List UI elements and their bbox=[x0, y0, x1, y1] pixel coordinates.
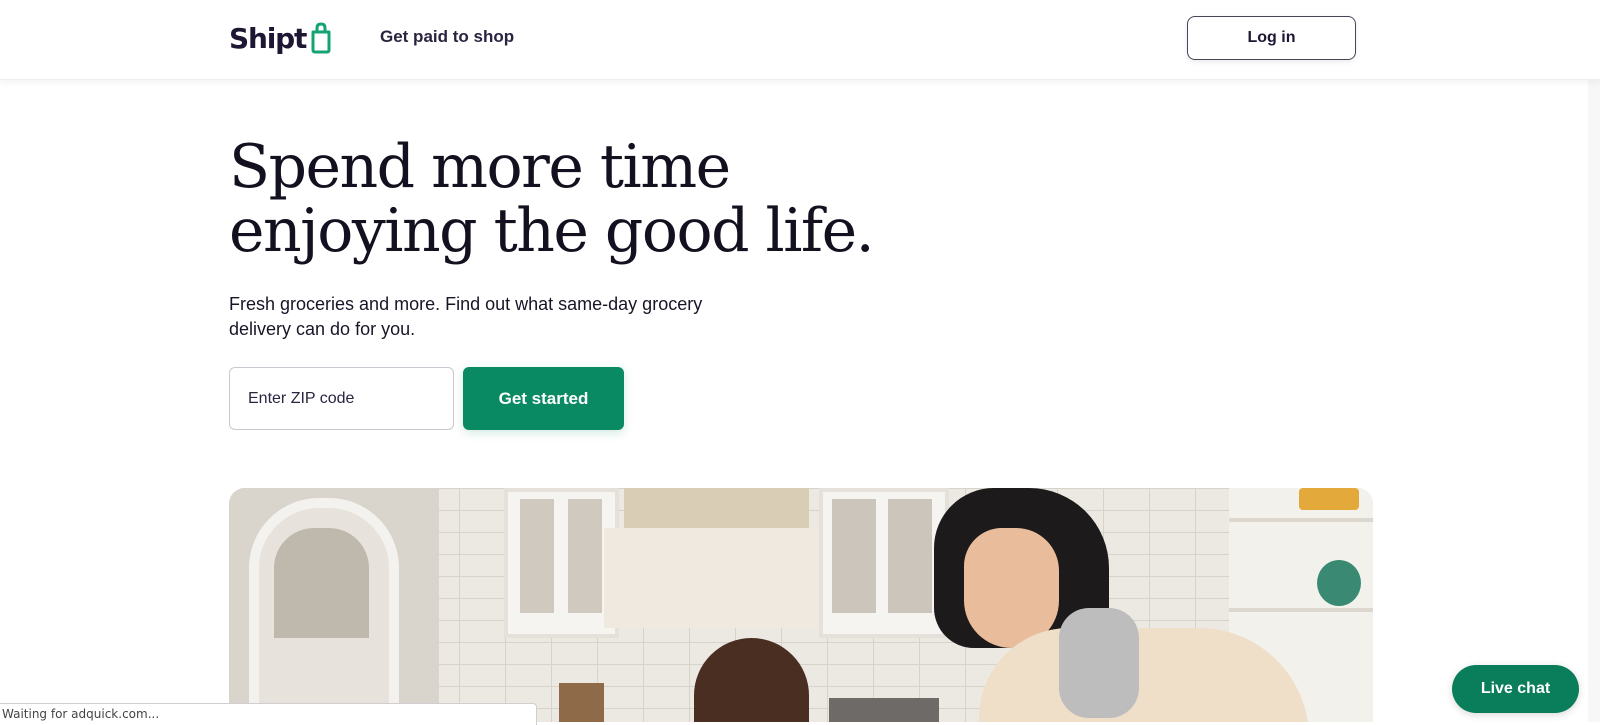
get-started-button[interactable]: Get started bbox=[463, 367, 624, 430]
site-header: Shipt Get paid to shop Log in bbox=[0, 0, 1600, 80]
hero-title-line-2: enjoying the good life. bbox=[229, 196, 875, 266]
shopping-bag-icon bbox=[311, 22, 331, 54]
shipt-logo[interactable]: Shipt bbox=[229, 17, 333, 57]
hero-subtitle: Fresh groceries and more. Find out what … bbox=[229, 294, 703, 339]
get-paid-to-shop-link[interactable]: Get paid to shop bbox=[380, 27, 514, 47]
hero-title: Spend more time enjoying the good life. bbox=[229, 135, 1049, 263]
live-chat-button[interactable]: Live chat bbox=[1452, 665, 1579, 713]
zip-code-input[interactable] bbox=[229, 367, 454, 430]
login-button[interactable]: Log in bbox=[1187, 16, 1356, 60]
logo-wordmark: Shipt bbox=[229, 22, 307, 55]
page-scrollbar[interactable] bbox=[1588, 0, 1600, 722]
hero-kitchen-photo bbox=[229, 488, 1373, 722]
hero-title-line-1: Spend more time bbox=[229, 132, 731, 202]
